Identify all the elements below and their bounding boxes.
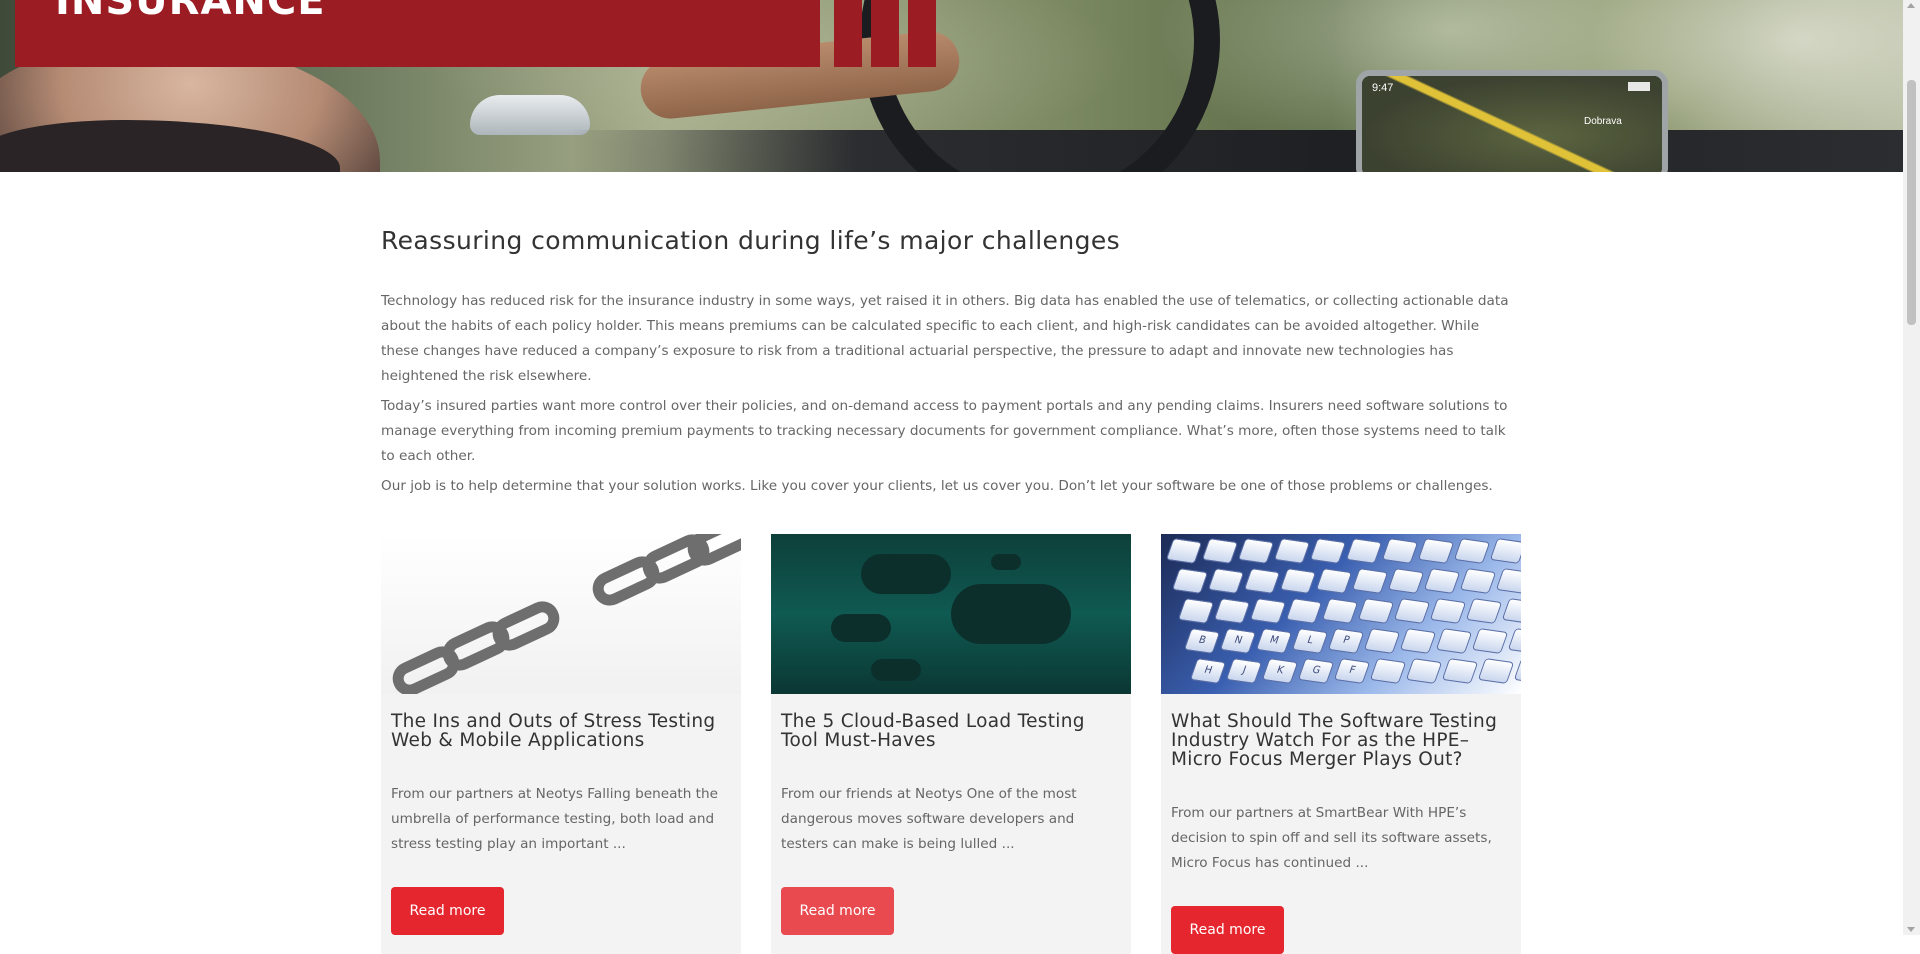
keyboard-key bbox=[1465, 598, 1503, 624]
cloud-shape bbox=[951, 584, 1071, 644]
keyboard-key bbox=[1417, 538, 1455, 564]
hero-banner: 9:47 Dobrava INSURANCE bbox=[0, 0, 1903, 172]
keyboard-key bbox=[1213, 598, 1251, 624]
card-title[interactable]: The 5 Cloud-Based Load Testing Tool Must… bbox=[781, 712, 1116, 750]
keyboard-key: F bbox=[1333, 658, 1371, 684]
keyboard-key bbox=[1369, 658, 1407, 684]
cloud-shape bbox=[991, 554, 1021, 570]
keyboard-key bbox=[1177, 598, 1215, 624]
keyboard-key bbox=[1237, 538, 1275, 564]
cloud-shape bbox=[831, 614, 891, 642]
keyboard-key bbox=[1435, 628, 1473, 654]
keyboard-key: L bbox=[1291, 628, 1329, 654]
chain-link-shape bbox=[487, 595, 565, 657]
keyboard-key bbox=[1249, 598, 1287, 624]
keyboard-key bbox=[1321, 598, 1359, 624]
page-title: INSURANCE bbox=[55, 0, 326, 24]
keyboard-key bbox=[1477, 658, 1515, 684]
decorative-stripe bbox=[871, 0, 899, 67]
keyboard-key: P bbox=[1327, 628, 1365, 654]
keyboard-key bbox=[1243, 568, 1281, 594]
card-excerpt: From our partners at Neotys Falling bene… bbox=[391, 786, 718, 852]
blog-card: The Ins and Outs of Stress Testing Web &… bbox=[381, 534, 741, 954]
cloud-shape bbox=[861, 554, 951, 594]
keyboard-key bbox=[1315, 568, 1353, 594]
keyboard-key: B bbox=[1183, 628, 1221, 654]
keyboard-key bbox=[1201, 538, 1239, 564]
page-title-banner: INSURANCE bbox=[15, 0, 820, 67]
cloud-shape bbox=[871, 659, 921, 681]
keyboard-key: K bbox=[1261, 658, 1299, 684]
read-more-button[interactable]: Read more bbox=[781, 887, 894, 935]
hero-gps-city: Dobrava bbox=[1584, 116, 1622, 127]
keyboard-key bbox=[1423, 568, 1461, 594]
keyboard-key: M bbox=[1255, 628, 1293, 654]
keyboard-key bbox=[1363, 628, 1401, 654]
keyboard-key bbox=[1387, 568, 1425, 594]
card-excerpt: From our partners at SmartBear With HPE’… bbox=[1171, 805, 1492, 871]
keyboard-key bbox=[1393, 598, 1431, 624]
keyboard-image[interactable]: BNMLP HJKGF bbox=[1161, 534, 1521, 694]
keyboard-key bbox=[1489, 538, 1521, 564]
blog-card: The 5 Cloud-Based Load Testing Tool Must… bbox=[771, 534, 1131, 954]
scrollbar-thumb[interactable] bbox=[1907, 80, 1916, 325]
broken-chain-image[interactable] bbox=[381, 534, 741, 694]
keyboard-key bbox=[1207, 568, 1245, 594]
keyboard-key: N bbox=[1219, 628, 1257, 654]
keyboard-key bbox=[1399, 628, 1437, 654]
read-more-button[interactable]: Read more bbox=[1171, 906, 1284, 954]
keyboard-key bbox=[1285, 598, 1323, 624]
keyboard-key bbox=[1171, 568, 1209, 594]
section-heading: Reassuring communication during life’s m… bbox=[381, 226, 1121, 255]
keyboard-key bbox=[1459, 568, 1497, 594]
keyboard-key bbox=[1471, 628, 1509, 654]
scroll-up-arrow-icon[interactable] bbox=[1907, 3, 1915, 8]
decorative-stripe bbox=[908, 0, 936, 67]
card-title[interactable]: What Should The Software Testing Industr… bbox=[1171, 712, 1506, 769]
keyboard-key bbox=[1279, 568, 1317, 594]
keyboard-key: H bbox=[1189, 658, 1227, 684]
clouds-image[interactable] bbox=[771, 534, 1131, 694]
keyboard-key bbox=[1351, 568, 1389, 594]
battery-icon bbox=[1628, 82, 1650, 91]
keyboard-key: G bbox=[1297, 658, 1335, 684]
hero-gps-time: 9:47 bbox=[1372, 82, 1394, 94]
decorative-stripe bbox=[834, 0, 862, 67]
keyboard-key bbox=[1429, 598, 1467, 624]
keyboard-key bbox=[1357, 598, 1395, 624]
paragraph: Technology has reduced risk for the insu… bbox=[381, 293, 1509, 384]
keyboard-key: J bbox=[1225, 658, 1263, 684]
keyboard-key bbox=[1345, 538, 1383, 564]
keyboard-key bbox=[1165, 538, 1203, 564]
keyboard-key bbox=[1273, 538, 1311, 564]
keyboard-key bbox=[1441, 658, 1479, 684]
keyboard-key bbox=[1513, 658, 1521, 684]
keyboard-key bbox=[1453, 538, 1491, 564]
blog-card: BNMLP HJKGF What Should The Software Test… bbox=[1161, 534, 1521, 954]
keyboard-key bbox=[1381, 538, 1419, 564]
keyboard-key bbox=[1309, 538, 1347, 564]
scroll-down-arrow-icon[interactable] bbox=[1907, 927, 1915, 932]
hero-gps-screen: 9:47 Dobrava bbox=[1356, 70, 1668, 172]
keyboard-key bbox=[1501, 598, 1521, 624]
paragraph: Our job is to help determine that your s… bbox=[381, 478, 1493, 494]
keyboard-key bbox=[1405, 658, 1443, 684]
keyboard-key bbox=[1507, 628, 1521, 654]
page-scrollbar[interactable] bbox=[1903, 0, 1920, 935]
card-excerpt: From our friends at Neotys One of the mo… bbox=[781, 786, 1077, 852]
keyboard-key bbox=[1495, 568, 1521, 594]
card-title[interactable]: The Ins and Outs of Stress Testing Web &… bbox=[391, 712, 726, 750]
hero-side-mirror bbox=[470, 95, 590, 135]
paragraph: Today’s insured parties want more contro… bbox=[381, 398, 1508, 464]
read-more-button[interactable]: Read more bbox=[391, 887, 504, 935]
